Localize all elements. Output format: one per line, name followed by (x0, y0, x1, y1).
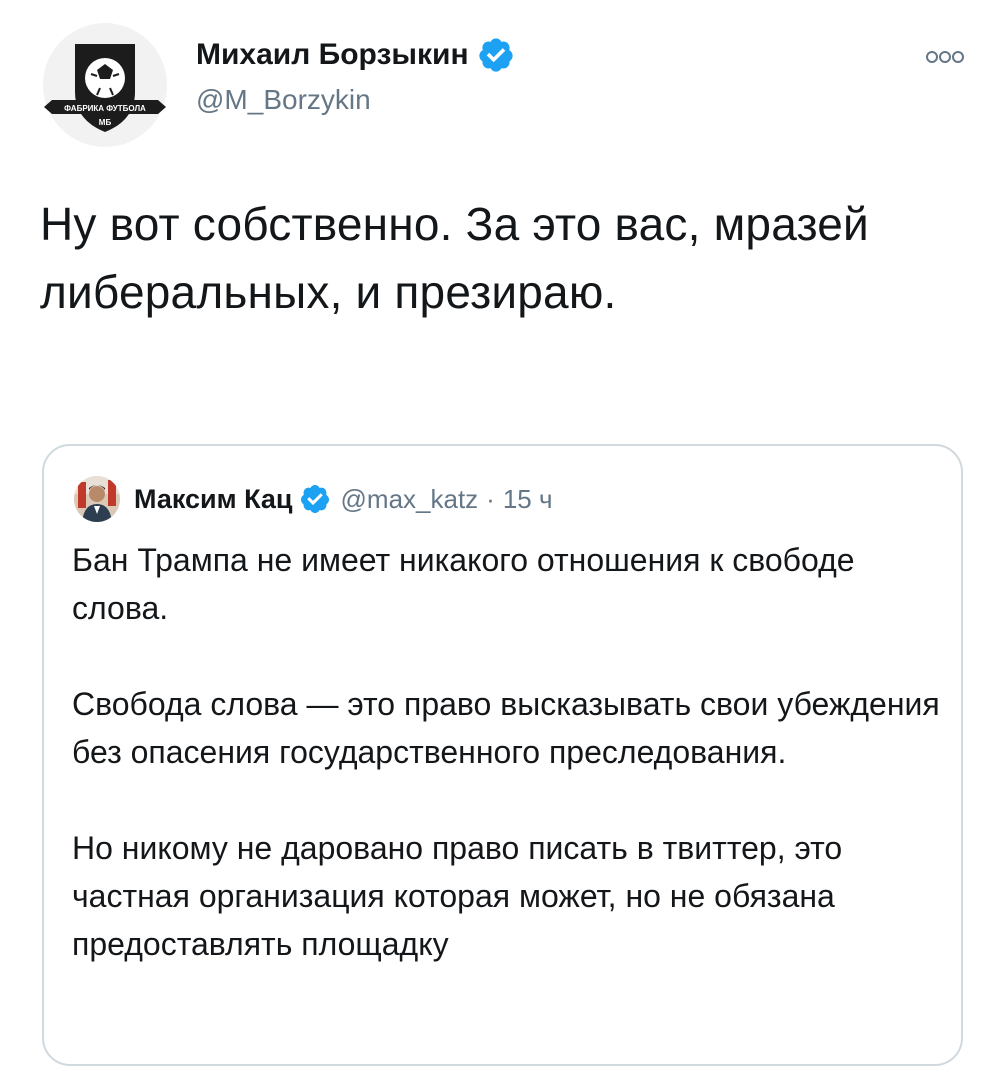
author-avatar[interactable]: ФАБРИКА ФУТБОЛА МБ (42, 22, 168, 148)
quoted-tweet-header: Максим Кац @max_katz · 15 ч (74, 476, 553, 522)
author-handle[interactable]: @M_Borzykin (196, 84, 371, 116)
author-name-row: Михаил Борзыкин (196, 36, 515, 74)
quoted-tweet[interactable]: Максим Кац @max_katz · 15 ч Бан Трампа н… (42, 444, 963, 1066)
tweet-text: Ну вот собственно. За это вас, мразей ли… (40, 198, 882, 318)
quoted-display-name[interactable]: Максим Кац (134, 484, 293, 515)
quoted-timestamp[interactable]: 15 ч (503, 484, 553, 515)
quoted-tweet-text: Бан Трампа не имеет никакого отношения к… (72, 536, 942, 968)
avatar-initials: МБ (99, 118, 112, 127)
verified-badge-icon (478, 38, 513, 72)
user-avatar-icon[interactable] (74, 476, 120, 522)
quoted-paragraph: Свобода слова — это право высказывать св… (72, 686, 949, 770)
avatar-banner-text: ФАБРИКА ФУТБОЛА (64, 104, 146, 113)
quoted-paragraph: Бан Трампа не имеет никакого отношения к… (72, 542, 864, 626)
more-options-icon[interactable] (925, 48, 965, 66)
tweet-card: ФАБРИКА ФУТБОЛА МБ Михаил Борзыкин @M_Bo… (0, 0, 1007, 1080)
quoted-paragraph: Но никому не даровано право писать в тви… (72, 830, 852, 962)
quoted-handle[interactable]: @max_katz (341, 484, 479, 515)
verified-badge-icon (300, 485, 329, 513)
header-separator: · (486, 483, 495, 514)
author-display-name[interactable]: Михаил Борзыкин (196, 38, 469, 72)
